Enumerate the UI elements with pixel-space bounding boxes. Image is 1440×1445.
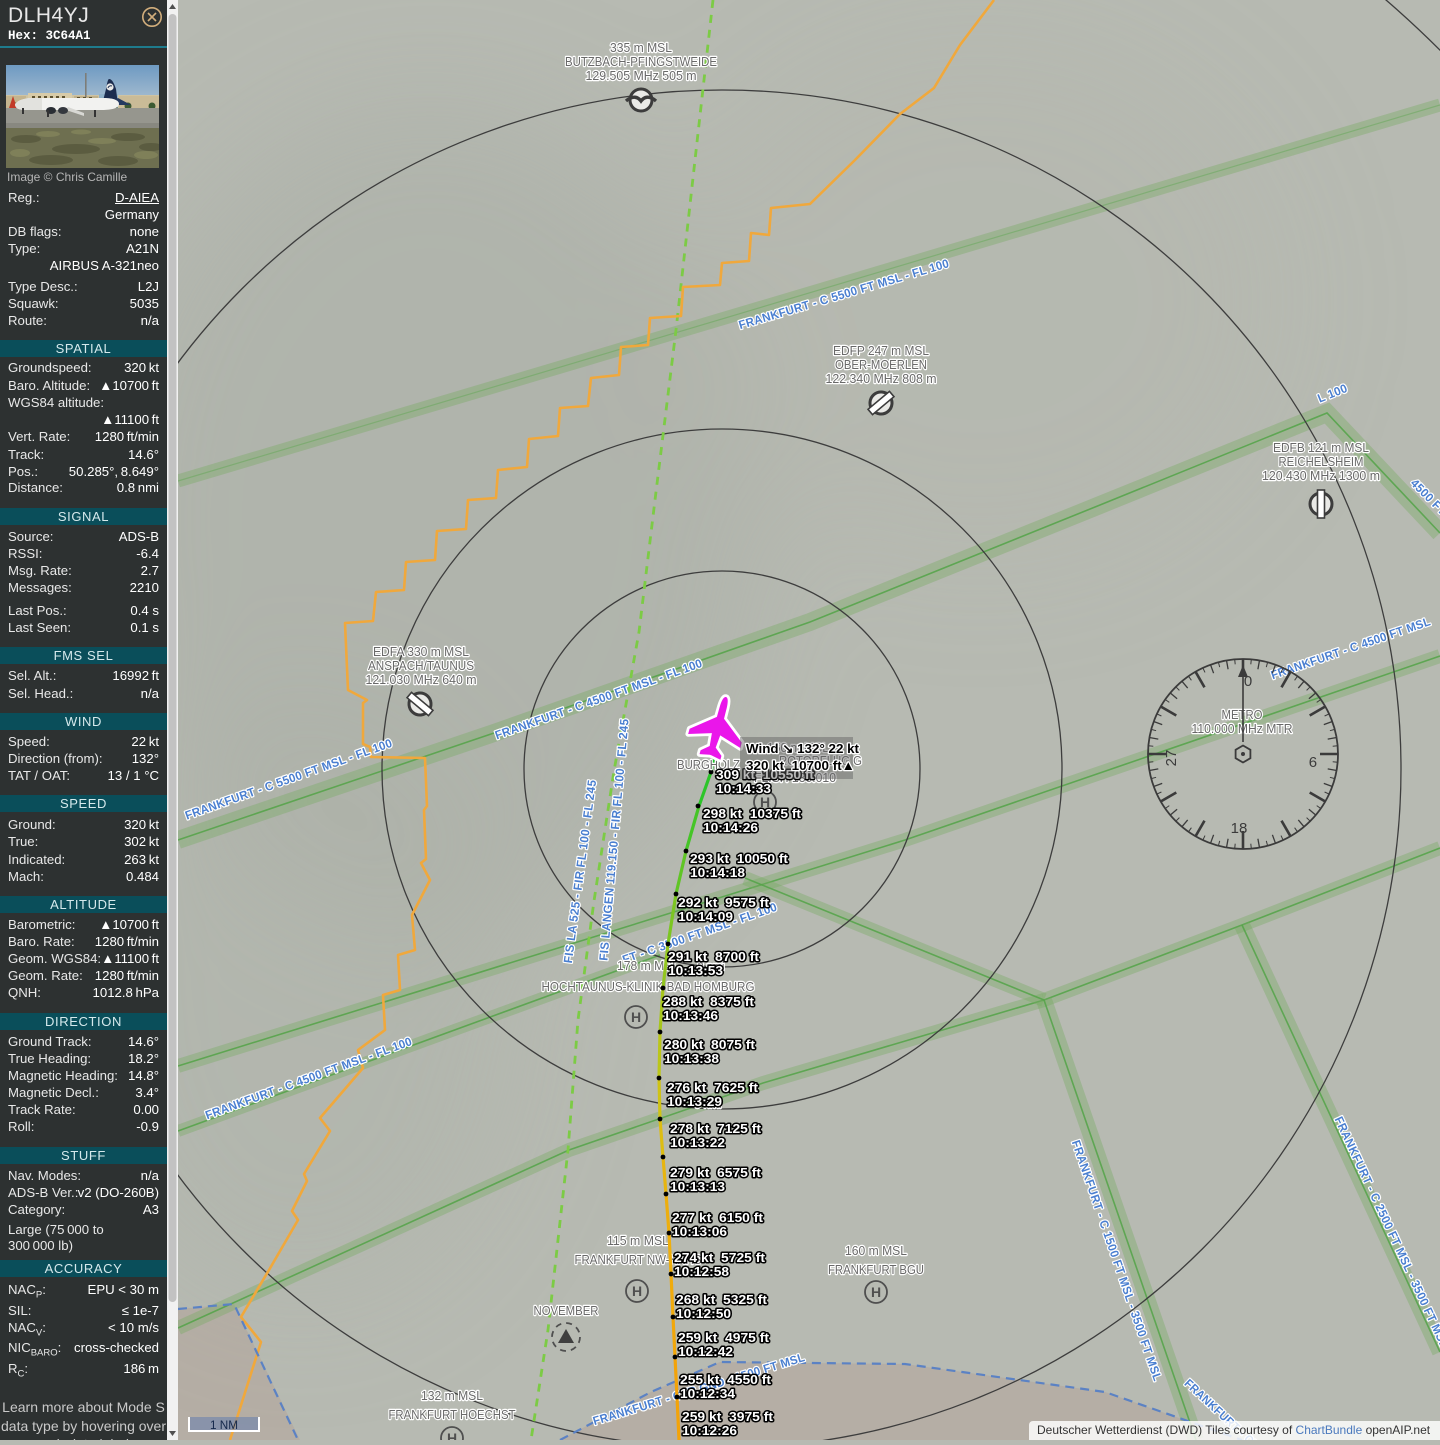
svg-text:288 kt 8375 ft: 288 kt 8375 ft (663, 994, 755, 1009)
svg-text:10:14:09: 10:14:09 (678, 909, 733, 924)
svg-text:FRANKFURT HOECHST: FRANKFURT HOECHST (389, 1408, 516, 1422)
svg-text:121.030 MHz 640 m: 121.030 MHz 640 m (366, 673, 477, 687)
svg-text:H: H (632, 1283, 642, 1299)
svg-text:10:13:13: 10:13:13 (670, 1179, 725, 1194)
svg-text:277 kt 6150 ft: 277 kt 6150 ft (672, 1210, 764, 1225)
svg-text:10:14:33: 10:14:33 (716, 781, 771, 796)
svg-text:120.430 MHz 1300 m: 120.430 MHz 1300 m (1262, 469, 1380, 483)
svg-text:335 m MSL: 335 m MSL (610, 41, 672, 55)
svg-text:129.505 MHz 505 m: 129.505 MHz 505 m (586, 69, 697, 83)
svg-text:10:13:06: 10:13:06 (672, 1224, 727, 1239)
svg-text:320 kt 10700 ft▲: 320 kt 10700 ft▲ (746, 758, 855, 773)
svg-text:274 kt 5725 ft: 274 kt 5725 ft (674, 1250, 766, 1265)
svg-text:278 kt 7125 ft: 278 kt 7125 ft (670, 1121, 762, 1136)
svg-text:255 kt 4550 ft: 255 kt 4550 ft (680, 1372, 772, 1387)
svg-text:H: H (871, 1284, 881, 1300)
svg-text:HOCHTAUNUS-KLINIK BAD HOMBURG: HOCHTAUNUS-KLINIK BAD HOMBURG (542, 980, 755, 994)
svg-text:METRO: METRO (1222, 708, 1263, 722)
svg-text:10:13:22: 10:13:22 (670, 1135, 725, 1150)
svg-text:18: 18 (1231, 820, 1248, 837)
svg-text:27: 27 (1163, 750, 1180, 767)
svg-text:10:13:29: 10:13:29 (667, 1094, 722, 1109)
svg-text:115 m MSL: 115 m MSL (607, 1234, 669, 1248)
svg-text:H: H (447, 1430, 457, 1440)
svg-text:10:12:26: 10:12:26 (682, 1423, 737, 1438)
svg-text:Wind ↘ 132° 22 kt: Wind ↘ 132° 22 kt (746, 741, 860, 756)
svg-text:1 NM: 1 NM (210, 1418, 238, 1432)
svg-text:0: 0 (1244, 673, 1252, 690)
svg-text:10:12:58: 10:12:58 (674, 1264, 729, 1279)
svg-text:293 kt 10050 ft: 293 kt 10050 ft (690, 851, 789, 866)
svg-text:268 kt 5325 ft: 268 kt 5325 ft (676, 1292, 768, 1307)
svg-text:10:12:34: 10:12:34 (680, 1386, 736, 1401)
svg-text:10:13:38: 10:13:38 (664, 1051, 719, 1066)
svg-text:H: H (631, 1009, 641, 1025)
svg-text:259 kt 3975 ft: 259 kt 3975 ft (682, 1409, 774, 1424)
svg-text:EDFP 247 m MSL: EDFP 247 m MSL (833, 344, 929, 358)
svg-text:291 kt 8700 ft: 291 kt 8700 ft (668, 949, 760, 964)
svg-text:279 kt 6575 ft: 279 kt 6575 ft (670, 1165, 762, 1180)
svg-text:259 kt 4975 ft: 259 kt 4975 ft (678, 1330, 770, 1345)
svg-text:EDFA 330 m MSL: EDFA 330 m MSL (373, 645, 469, 659)
svg-text:110.000 MHz MTR: 110.000 MHz MTR (1192, 722, 1293, 736)
svg-text:280 kt 8075 ft: 280 kt 8075 ft (664, 1037, 756, 1052)
svg-text:10:12:50: 10:12:50 (676, 1306, 731, 1321)
svg-text:9: 9 (1309, 753, 1317, 770)
svg-text:122.340 MHz 808 m: 122.340 MHz 808 m (826, 372, 937, 386)
svg-text:ANSPACH/TAUNUS: ANSPACH/TAUNUS (368, 659, 474, 673)
svg-text:10:14:18: 10:14:18 (690, 865, 745, 880)
svg-text:132 m MSL: 132 m MSL (421, 1389, 483, 1403)
svg-text:OBER-MOERLEN: OBER-MOERLEN (835, 358, 927, 372)
svg-text:NOVEMBER: NOVEMBER (534, 1304, 599, 1318)
svg-text:160 m MSL: 160 m MSL (845, 1244, 907, 1258)
svg-text:REICHELSHEIM: REICHELSHEIM (1279, 455, 1364, 469)
svg-text:10:13:53: 10:13:53 (668, 963, 723, 978)
svg-text:298 kt 10375 ft: 298 kt 10375 ft (703, 806, 802, 821)
svg-text:BUTZBACH-PFINGSTWEIDE: BUTZBACH-PFINGSTWEIDE (565, 55, 717, 69)
svg-text:292 kt 9575 ft: 292 kt 9575 ft (678, 895, 770, 910)
svg-text:10:14:26: 10:14:26 (703, 820, 758, 835)
svg-text:10:13:46: 10:13:46 (663, 1008, 718, 1023)
svg-text:EDFB 121 m MSL: EDFB 121 m MSL (1273, 441, 1369, 455)
svg-text:10:12:42: 10:12:42 (678, 1344, 733, 1359)
svg-text:FRANKFURT BGU: FRANKFURT BGU (828, 1263, 924, 1277)
svg-text:276 kt 7625 ft: 276 kt 7625 ft (667, 1080, 759, 1095)
